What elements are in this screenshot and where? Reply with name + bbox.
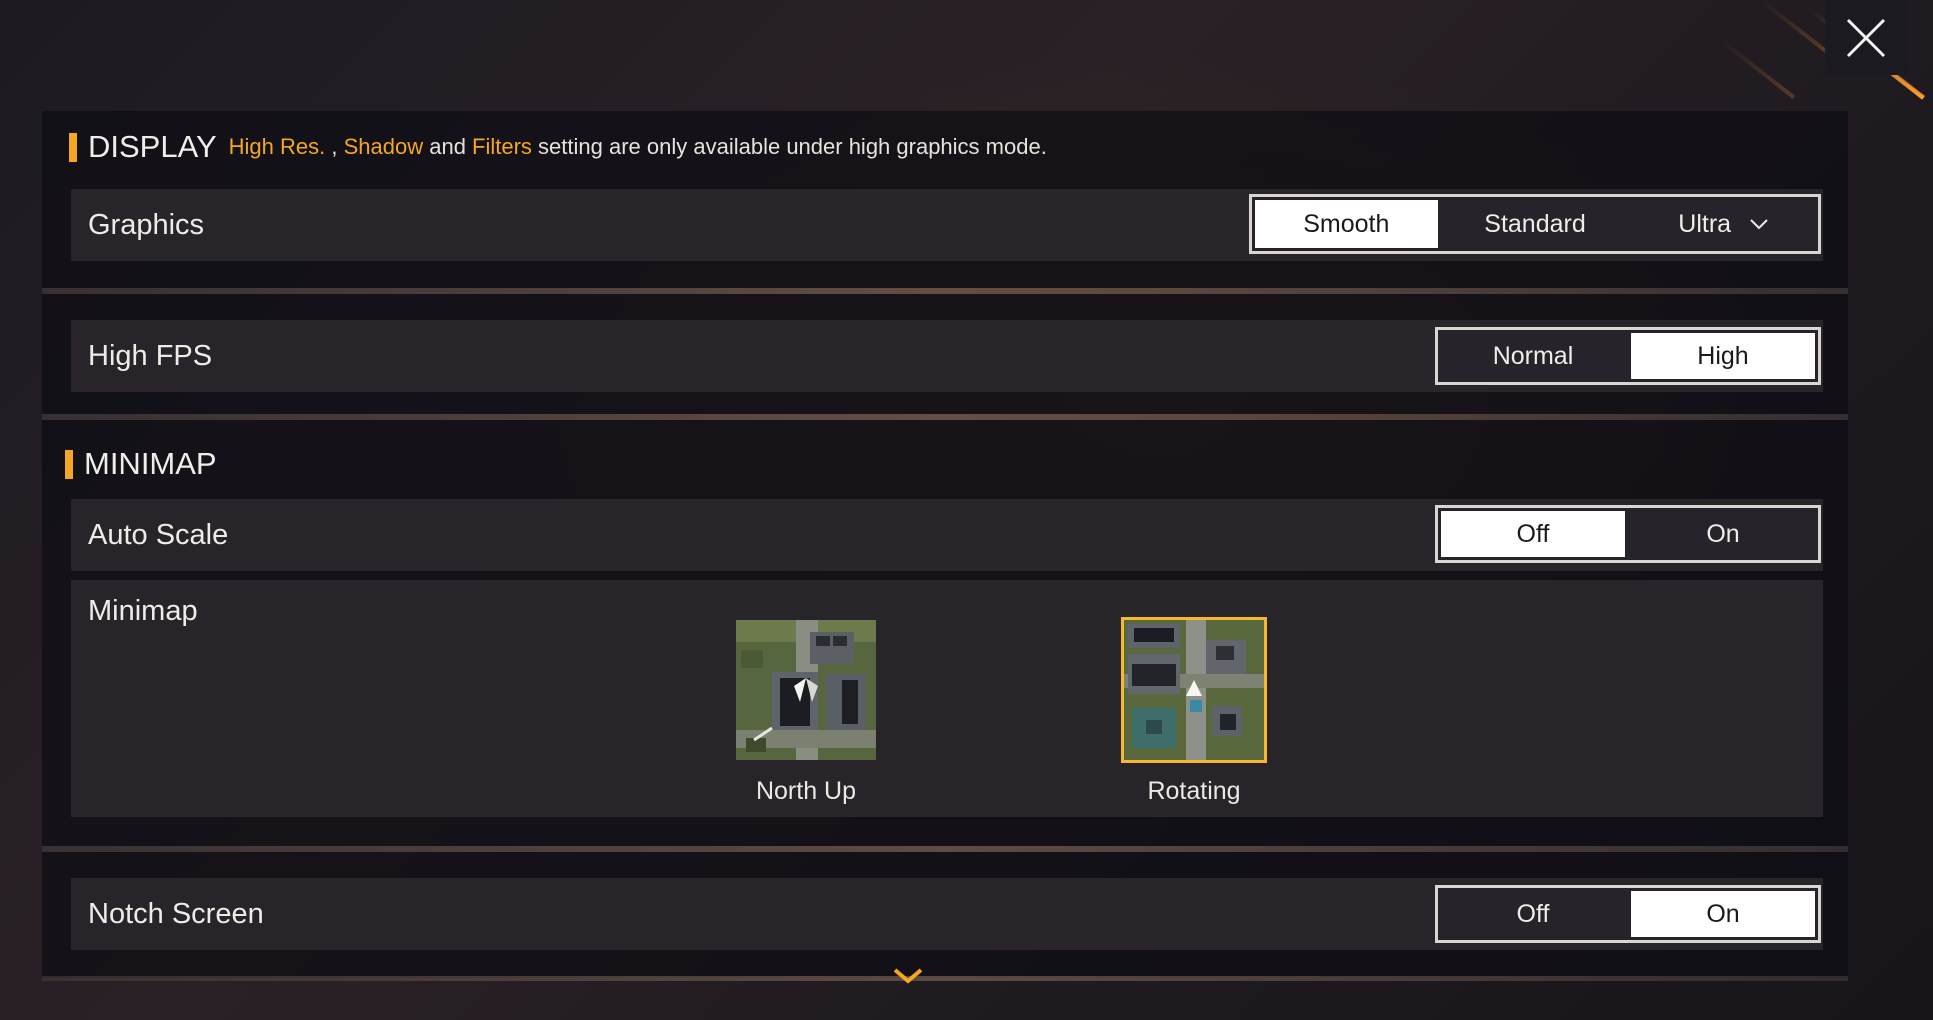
north-up-map-image bbox=[736, 620, 876, 760]
auto-scale-selector: Off On bbox=[1435, 505, 1821, 563]
minimap-option-rotating[interactable] bbox=[1121, 617, 1267, 763]
chevron-down-icon bbox=[893, 968, 923, 984]
close-button[interactable] bbox=[1825, 0, 1907, 75]
graphics-hint: High Res. , Shadow and Filters setting a… bbox=[228, 134, 1047, 159]
scroll-down-indicator[interactable] bbox=[892, 966, 924, 991]
minimap-panel: MINIMAP Auto Scale Off On Minimap North … bbox=[42, 420, 1848, 846]
rotating-caption: Rotating bbox=[1147, 777, 1241, 805]
graphics-row: Graphics Smooth Standard Ultra bbox=[71, 189, 1823, 261]
north-up-caption: North Up bbox=[755, 777, 857, 805]
notch-screen-option-on[interactable]: On bbox=[1631, 891, 1815, 937]
notch-screen-selector: Off On bbox=[1435, 885, 1821, 943]
display-title: DISPLAY bbox=[88, 129, 217, 164]
high-fps-panel: High FPS Normal High bbox=[42, 294, 1848, 414]
graphics-label: Graphics bbox=[88, 209, 205, 241]
close-icon bbox=[1846, 18, 1886, 57]
high-fps-option-normal[interactable]: Normal bbox=[1441, 333, 1625, 379]
notch-screen-row: Notch Screen Off On bbox=[71, 878, 1823, 950]
rotating-map-image bbox=[1124, 620, 1264, 760]
graphics-selector: Smooth Standard Ultra bbox=[1249, 194, 1821, 254]
section-marker bbox=[65, 449, 73, 479]
graphics-option-standard[interactable]: Standard bbox=[1444, 200, 1627, 248]
display-section-title: DISPLAY High Res. , Shadow and Filters s… bbox=[69, 129, 1047, 165]
notch-screen-option-off[interactable]: Off bbox=[1441, 891, 1625, 937]
minimap-section-title: MINIMAP bbox=[65, 446, 217, 482]
auto-scale-option-on[interactable]: On bbox=[1631, 511, 1815, 557]
high-fps-option-high[interactable]: High bbox=[1631, 333, 1815, 379]
minimap-row: Minimap North Up Rotating bbox=[71, 580, 1823, 817]
section-divider bbox=[42, 976, 1848, 981]
graphics-option-smooth[interactable]: Smooth bbox=[1255, 200, 1438, 248]
notch-screen-panel: Notch Screen Off On bbox=[42, 852, 1848, 978]
graphics-option-ultra[interactable]: Ultra bbox=[1632, 200, 1815, 248]
auto-scale-row: Auto Scale Off On bbox=[71, 499, 1823, 571]
high-fps-row: High FPS Normal High bbox=[71, 320, 1823, 392]
high-fps-label: High FPS bbox=[88, 340, 213, 372]
minimap-title: MINIMAP bbox=[84, 446, 217, 481]
minimap-option-north-up[interactable] bbox=[736, 620, 876, 760]
display-panel: DISPLAY High Res. , Shadow and Filters s… bbox=[42, 111, 1848, 288]
graphics-option-ultra-label: Ultra bbox=[1678, 209, 1732, 238]
auto-scale-label: Auto Scale bbox=[88, 519, 229, 551]
chevron-down-icon bbox=[1749, 214, 1769, 235]
high-fps-selector: Normal High bbox=[1435, 327, 1821, 385]
notch-screen-label: Notch Screen bbox=[88, 898, 264, 930]
auto-scale-option-off[interactable]: Off bbox=[1441, 511, 1625, 557]
minimap-label: Minimap bbox=[88, 595, 198, 627]
section-marker bbox=[69, 132, 77, 162]
